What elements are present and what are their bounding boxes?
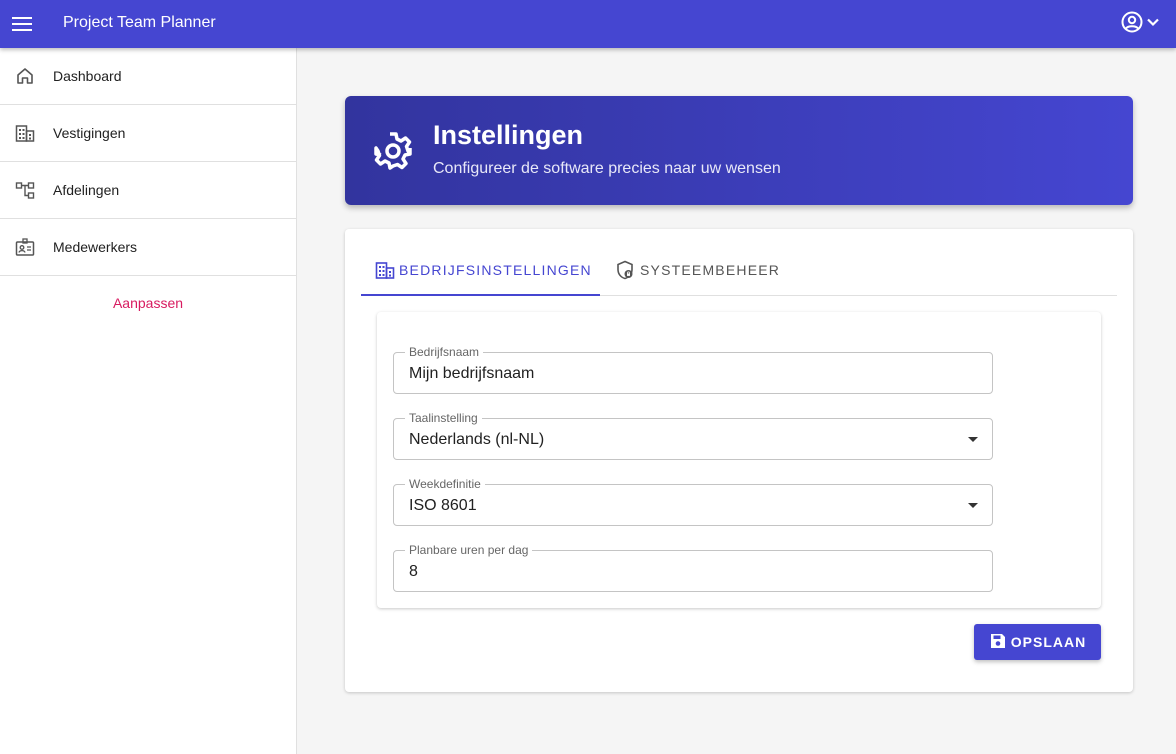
sidebar-item-dashboard[interactable]: Dashboard [0,48,296,105]
week-definition-value: ISO 8601 [409,497,477,514]
sidebar-item-vestigingen[interactable]: Vestigingen [0,105,296,162]
top-app-bar: Project Team Planner [0,0,1176,48]
dropdown-arrow-icon [968,437,978,442]
page-title: Instellingen [433,120,584,150]
settings-header-banner: Instellingen Configureer de software pre… [345,96,1133,205]
company-name-value[interactable]: Mijn bedrijfsnaam [409,365,534,383]
save-button-label: OPSLAAN [1010,634,1087,650]
tab-label: SYSTEEMBEHEER [640,262,781,278]
sitemap-icon [14,179,36,201]
building-icon [14,122,36,144]
sidebar-item-afdelingen[interactable]: Afdelingen [0,162,296,219]
hamburger-icon[interactable] [11,13,33,35]
language-label: Taalinstelling [405,411,482,425]
sidebar-item-medewerkers[interactable]: Medewerkers [0,219,296,276]
page-subtitle: Configureer de software precies naar uw … [433,160,781,177]
customize-link[interactable]: Aanpassen [0,295,296,311]
company-settings-form: Bedrijfsnaam Mijn bedrijfsnaam Taalinste… [377,312,1101,608]
badge-icon [14,236,36,258]
account-menu-button[interactable] [1120,10,1160,39]
app-title: Project Team Planner [63,14,216,31]
company-name-label: Bedrijfsnaam [405,345,484,359]
hours-per-day-field[interactable]: Planbare uren per dag 8 [393,543,993,592]
language-value: Nederlands (nl-NL) [409,431,545,448]
shield-lock-icon [614,259,636,281]
chevron-down-icon [1146,15,1160,34]
dropdown-arrow-icon [968,503,978,508]
account-circle-icon [1120,10,1144,39]
sidebar-item-label: Vestigingen [53,125,126,141]
settings-tabs: BEDRIJFSINSTELLINGEN SYSTEEMBEHEER [361,245,1117,296]
week-definition-select[interactable]: Weekdefinitie ISO 8601 [393,477,993,526]
settings-card: BEDRIJFSINSTELLINGEN SYSTEEMBEHEER Bedri… [345,229,1133,692]
tab-label: BEDRIJFSINSTELLINGEN [399,262,592,278]
sidebar-item-label: Medewerkers [53,239,138,255]
tab-bedrijfsinstellingen[interactable]: BEDRIJFSINSTELLINGEN [361,245,600,296]
home-icon [14,65,36,87]
company-name-field[interactable]: Bedrijfsnaam Mijn bedrijfsnaam [393,345,993,394]
tab-systeembeheer[interactable]: SYSTEEMBEHEER [600,245,794,295]
sidebar-item-label: Afdelingen [53,182,120,198]
save-button[interactable]: OPSLAAN [974,624,1101,660]
week-definition-label: Weekdefinitie [405,477,485,491]
sidebar: Dashboard Vestigingen Afdelingen Medewer… [0,48,297,754]
sidebar-item-label: Dashboard [53,68,122,84]
hours-per-day-label: Planbare uren per dag [405,543,533,557]
building-icon [375,259,395,281]
gear-icon [371,129,415,173]
hours-per-day-value[interactable]: 8 [409,563,418,581]
save-icon [989,632,1007,653]
language-select[interactable]: Taalinstelling Nederlands (nl-NL) [393,411,993,460]
